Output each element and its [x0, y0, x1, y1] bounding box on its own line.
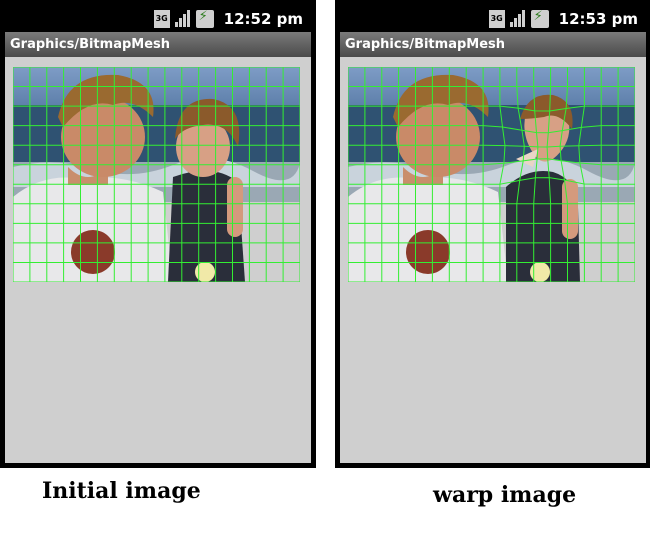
status-bar: 3G 12:52 pm — [5, 5, 311, 32]
bitmap-mesh-initial[interactable] — [13, 67, 300, 282]
signal-icon — [509, 9, 527, 28]
battery-charging-icon — [195, 9, 214, 28]
status-bar: 3G 12:53 pm — [340, 5, 646, 32]
app-title: Graphics/BitmapMesh — [5, 32, 311, 57]
caption-initial: Initial image — [42, 478, 201, 504]
status-clock: 12:53 pm — [558, 9, 638, 28]
battery-charging-icon — [530, 9, 549, 28]
3g-icon: 3G — [153, 9, 170, 28]
signal-icon — [174, 9, 192, 28]
bitmap-mesh-warped[interactable] — [348, 67, 635, 282]
phone-initial: 3G 12:52 pm Graphics/BitmapMesh — [0, 0, 316, 468]
app-title: Graphics/BitmapMesh — [340, 32, 646, 57]
screen-warped: 3G 12:53 pm Graphics/BitmapMesh — [340, 5, 646, 463]
status-clock: 12:52 pm — [223, 9, 303, 28]
phone-warped: 3G 12:53 pm Graphics/BitmapMesh — [335, 0, 650, 468]
3g-icon: 3G — [488, 9, 505, 28]
caption-warped: warp image — [433, 482, 577, 508]
screen-initial: 3G 12:52 pm Graphics/BitmapMesh — [5, 5, 311, 463]
